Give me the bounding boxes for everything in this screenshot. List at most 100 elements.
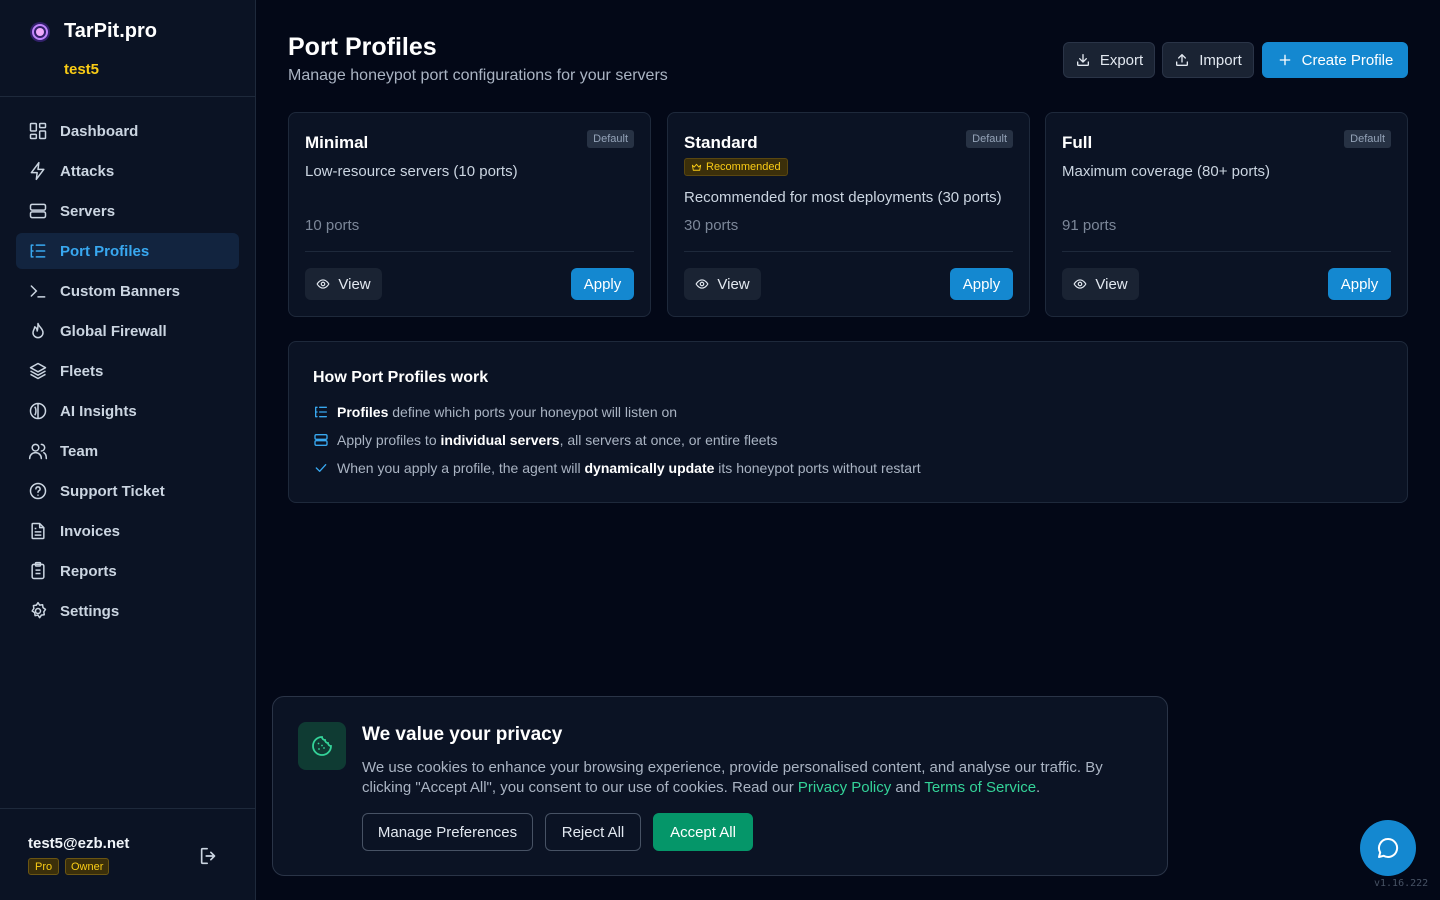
gear-icon <box>28 601 48 621</box>
plan-badge: Pro <box>28 858 60 875</box>
sidebar-item-port-profiles[interactable]: Port Profiles <box>16 233 239 269</box>
sidebar-item-ai-insights[interactable]: AI Insights <box>16 393 239 429</box>
crown-icon <box>691 163 702 171</box>
terminal-icon <box>28 281 48 301</box>
eye-icon <box>1073 279 1087 289</box>
logout-icon[interactable] <box>198 845 220 867</box>
sidebar-item-fleets[interactable]: Fleets <box>16 353 239 389</box>
sidebar-item-invoices[interactable]: Invoices <box>16 513 239 549</box>
sidebar-item-label: Global Firewall <box>60 322 167 340</box>
default-badge: Default <box>966 130 1013 148</box>
info-bold: individual servers <box>440 432 560 448</box>
sidebar-footer: test5@ezb.net Pro Owner <box>0 808 255 900</box>
card-divider <box>305 251 634 252</box>
view-label: View <box>717 275 750 293</box>
chat-bubble-icon <box>1378 837 1399 858</box>
sidebar-item-label: Dashboard <box>60 122 139 140</box>
card-divider <box>684 251 1013 252</box>
sidebar-item-label: Invoices <box>60 522 121 540</box>
export-button[interactable]: Export <box>1063 42 1155 78</box>
import-button[interactable]: Import <box>1162 42 1254 78</box>
brand-user: test5 <box>64 61 100 78</box>
card-divider <box>1062 251 1391 252</box>
info-row-profiles: Profiles define which ports your honeypo… <box>313 404 677 420</box>
plus-icon <box>1279 54 1290 66</box>
version-label: v1.16.222 <box>1374 878 1429 889</box>
help-circle-icon <box>28 481 48 501</box>
sidebar-item-label: Custom Banners <box>60 282 181 300</box>
info-text: its honeypot ports without restart <box>714 460 921 476</box>
profile-description: Recommended for most deployments (30 por… <box>684 189 1002 206</box>
chat-button[interactable] <box>1360 820 1416 876</box>
reject-all-button[interactable]: Reject All <box>545 813 641 851</box>
cookie-title: We value your privacy <box>362 724 563 745</box>
view-button[interactable]: View <box>1062 268 1139 300</box>
info-text: Apply profiles to <box>337 432 441 448</box>
apply-button[interactable]: Apply <box>1328 268 1391 300</box>
profile-card-standard: Standard Default Recommended Recommended… <box>667 112 1030 317</box>
profile-description: Low-resource servers (10 ports) <box>305 163 518 180</box>
sidebar-item-servers[interactable]: Servers <box>16 193 239 229</box>
server-icon <box>314 434 328 446</box>
sidebar-item-label: Settings <box>60 602 120 620</box>
profile-port-count: 30 ports <box>684 217 739 234</box>
users-icon <box>28 441 48 461</box>
privacy-policy-link[interactable]: Privacy Policy <box>798 779 891 796</box>
apply-button[interactable]: Apply <box>950 268 1013 300</box>
apply-button[interactable]: Apply <box>571 268 634 300</box>
info-text: When you apply a profile, the agent will <box>337 460 585 476</box>
sidebar-item-reports[interactable]: Reports <box>16 553 239 589</box>
sidebar-item-attacks[interactable]: Attacks <box>16 153 239 189</box>
sidebar-item-label: Reports <box>60 562 117 580</box>
upload-icon <box>1176 54 1189 66</box>
profile-card-minimal: Minimal Default Low-resource servers (10… <box>288 112 651 317</box>
bolt-icon <box>28 161 48 181</box>
sidebar-item-label: Team <box>60 442 99 460</box>
cookie-text-and: and <box>891 779 925 796</box>
eye-icon <box>695 279 709 289</box>
sidebar-item-custom-banners[interactable]: Custom Banners <box>16 273 239 309</box>
sidebar-item-label: Fleets <box>60 362 104 380</box>
info-text: , all servers at once, or entire fleets <box>559 432 778 448</box>
how-it-works-panel: How Port Profiles work Profiles define w… <box>288 341 1408 503</box>
accept-all-button[interactable]: Accept All <box>653 813 753 851</box>
default-badge: Default <box>1344 130 1391 148</box>
sidebar-item-dashboard[interactable]: Dashboard <box>16 113 239 149</box>
profile-port-count: 10 ports <box>305 217 360 234</box>
profile-name: Full <box>1062 133 1093 152</box>
page-subtitle: Manage honeypot port configurations for … <box>288 67 668 84</box>
role-badge: Owner <box>65 858 110 875</box>
list-tree-icon <box>28 241 48 261</box>
clipboard-icon <box>28 561 48 581</box>
profile-name: Minimal <box>305 133 369 152</box>
sidebar-item-label: Port Profiles <box>60 242 150 260</box>
sidebar-nav: Dashboard Attacks Servers Port Profiles … <box>16 113 239 633</box>
sidebar-item-label: Support Ticket <box>60 482 165 500</box>
create-profile-label: Create Profile <box>1301 51 1394 69</box>
view-button[interactable]: View <box>684 268 761 300</box>
create-profile-button[interactable]: Create Profile <box>1262 42 1408 78</box>
sidebar-item-support-ticket[interactable]: Support Ticket <box>16 473 239 509</box>
profile-name: Standard <box>684 133 758 152</box>
default-badge: Default <box>587 130 634 148</box>
info-title: How Port Profiles work <box>313 369 489 386</box>
eye-icon <box>316 279 330 289</box>
sidebar-item-team[interactable]: Team <box>16 433 239 469</box>
brand-header: TarPit.pro test5 <box>0 0 255 97</box>
sidebar: TarPit.pro test5 Dashboard Attacks Serve… <box>0 0 256 900</box>
cookie-text: We use cookies to enhance your browsing … <box>362 758 1122 798</box>
info-bold: Profiles <box>337 404 389 420</box>
brand-name[interactable]: TarPit.pro <box>64 20 157 43</box>
brain-icon <box>28 401 48 421</box>
sidebar-item-settings[interactable]: Settings <box>16 593 239 629</box>
sidebar-item-global-firewall[interactable]: Global Firewall <box>16 313 239 349</box>
profile-port-count: 91 ports <box>1062 217 1117 234</box>
info-text: define which ports your honeypot will li… <box>388 404 678 420</box>
manage-preferences-button[interactable]: Manage Preferences <box>362 813 533 851</box>
profile-card-full: Full Default Maximum coverage (80+ ports… <box>1045 112 1408 317</box>
page-title: Port Profiles <box>288 33 437 61</box>
check-icon <box>315 464 327 472</box>
import-label: Import <box>1199 51 1242 69</box>
terms-of-service-link[interactable]: Terms of Service <box>924 779 1036 796</box>
view-button[interactable]: View <box>305 268 382 300</box>
